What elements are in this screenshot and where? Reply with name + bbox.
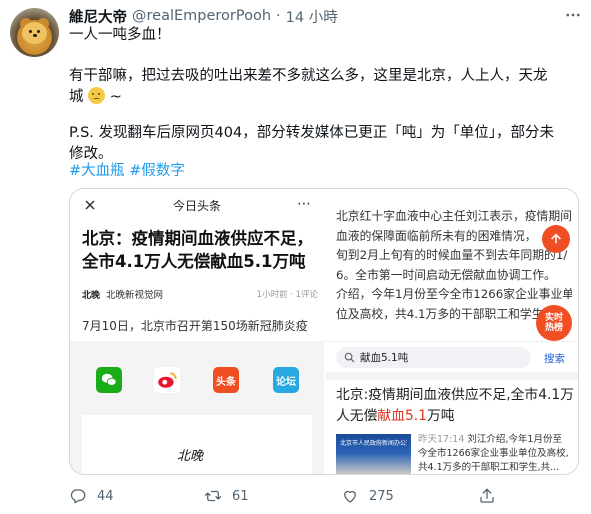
avatar[interactable] [10, 8, 59, 57]
snippet-line: 昨天17:14 刘江介绍,今年1月份至 [418, 433, 578, 447]
tweet-text-line: 城 ~ [69, 87, 122, 108]
like-count: 275 [369, 488, 394, 504]
search-value: 献血5.1吨 [360, 352, 409, 364]
body-line: 6。全市第一时间启动无偿献血协调工作。 [336, 267, 556, 282]
headline-line: 人无偿献血5.1万吨 [336, 406, 576, 427]
result-headline: 北京:疫情期间血液供应不足,全市4.1万 人无偿献血5.1万吨 [336, 385, 576, 427]
search-bar: 献血5.1吨 搜索 [326, 341, 578, 371]
hashtag-line: #大血瓶 #假数字 [69, 161, 185, 182]
snippet-fragment: 刘江介绍,今年1月份至 [464, 434, 562, 445]
retweet-button[interactable]: 61 [204, 485, 249, 507]
app-nav-title: 今日头条 [172, 198, 221, 213]
tweet-actions: 44 61 275 [69, 485, 579, 507]
result-timestamp: 昨天17:14 [418, 434, 465, 445]
headline-fragment: 人无偿 [336, 408, 378, 424]
search-icon [344, 352, 355, 363]
emoji-icon [88, 87, 106, 104]
more-icon[interactable] [562, 4, 584, 26]
headline-fragment: 万吨 [426, 408, 455, 424]
article-body: 北京红十字血液中心主任刘江表示，疫情期间 血液的保障面临前所未有的困难情况， 旬… [336, 207, 572, 324]
tweet: 維尼大帝 @realEmperorPooh · 14 小時 一人一吨多血！ 有干… [0, 0, 591, 514]
body-line: 北京红十字血液中心主任刘江表示，疫情期间 [336, 209, 572, 223]
tweet-text-line: P.S. 发现翻车后原网页404，部分转发媒体已更正「吨」为「单位」，部分未 [69, 125, 554, 141]
search-button: 搜索 [544, 353, 565, 365]
tweet-text-fragment: 城 [69, 89, 84, 105]
hot-list-badge: 实时 热榜 [536, 305, 572, 341]
source-meta: 1小时前 · 1评论 [256, 290, 318, 300]
scroll-top-icon [542, 225, 570, 253]
hashtag-link[interactable]: #假数字 [129, 163, 185, 179]
tweet-text-line: 一人一吨多血！ [69, 27, 171, 43]
user-handle[interactable]: @realEmperorPooh [132, 8, 271, 24]
share-row: 头条 论坛 [70, 367, 324, 393]
result-snippet: 昨天17:14 刘江介绍,今年1月份至 今全市1266家企业事业单位及高校, 共… [418, 433, 578, 474]
media-image-right[interactable]: 北京红十字血液中心主任刘江表示，疫情期间 血液的保障面临前所未有的困难情况， 旬… [326, 189, 578, 474]
article-headline: 北京：疫情期间血液供应不足， 全市4.1万人无偿献血5.1万吨 [82, 227, 318, 273]
wechat-icon [96, 367, 122, 393]
media-image-left[interactable]: 今日头条 ⋯ 北京：疫情期间血液供应不足， 全市4.1万人无偿献血5.1万吨 北… [70, 189, 324, 474]
more-icon: ⋯ [297, 196, 311, 212]
retweet-icon [204, 490, 222, 502]
section-gap [326, 372, 578, 380]
reply-icon [70, 489, 86, 504]
reply-count: 44 [97, 488, 114, 504]
like-button[interactable]: 275 [341, 485, 394, 507]
thumbnail-caption: 北京市人民政府新闻办公室 [340, 440, 407, 447]
article-source: 北晚 北晚新视觉网 1小时前 · 1评论 [82, 286, 318, 302]
headline-line: 北京：疫情期间血液供应不足， [82, 229, 313, 248]
retweet-count: 61 [232, 488, 249, 504]
body-line: 血液的保障面临前所未有的困难情况， [336, 228, 537, 243]
body-line: 旬到2月上旬有的时候血量不到去年同期的1/ [336, 248, 568, 262]
toutiao-share-icon: 头条 [213, 367, 239, 393]
headline-line: 北京:疫情期间血液供应不足,全市4.1万 [336, 387, 574, 403]
hashtag-link[interactable]: #大血瓶 [69, 163, 125, 179]
tweet-text-line: 有干部嘛，把过去吸的吐出来差不多就这么多，这里是北京，人上人，天龙 [69, 68, 548, 84]
tweet-text-fragment: ~ [109, 89, 122, 105]
card-logo: 北晚 [177, 449, 204, 464]
tweet-header: 維尼大帝 @realEmperorPooh · 14 小時 [69, 6, 338, 26]
weibo-icon [154, 367, 180, 393]
source-logo: 北晚 [82, 290, 101, 301]
forum-share-icon: 论坛 [273, 367, 299, 393]
tweet-timestamp[interactable]: 14 小時 [286, 6, 338, 27]
heart-icon [344, 490, 356, 503]
media-grid: 今日头条 ⋯ 北京：疫情期间血液供应不足， 全市4.1万人无偿献血5.1万吨 北… [69, 188, 579, 475]
preview-card: 北晚 [82, 415, 312, 474]
search-input: 献血5.1吨 [336, 347, 531, 368]
highlight-text: 献血5.1 [377, 408, 427, 424]
headline-line: 全市4.1万人无偿献血5.1万吨 [82, 252, 306, 271]
share-button[interactable] [478, 485, 506, 507]
body-line: 介绍，今年1月份至今全市1266家企业事业单 [336, 287, 572, 301]
reply-button[interactable]: 44 [69, 485, 114, 507]
result-thumbnail: 北京市人民政府新闻办公室 [336, 434, 411, 474]
separator: · [276, 8, 281, 24]
snippet-line: 共4.1万多的干部职工和学生,共... [418, 462, 560, 473]
source-name: 北晚新视觉网 [106, 290, 164, 301]
display-name[interactable]: 維尼大帝 [69, 6, 127, 27]
share-icon [480, 488, 494, 503]
close-icon [82, 197, 98, 213]
snippet-line: 今全市1266家企业事业单位及高校, [418, 448, 569, 459]
article-body: 7月10日，北京市召开第150场新冠肺炎疫 [82, 319, 308, 333]
